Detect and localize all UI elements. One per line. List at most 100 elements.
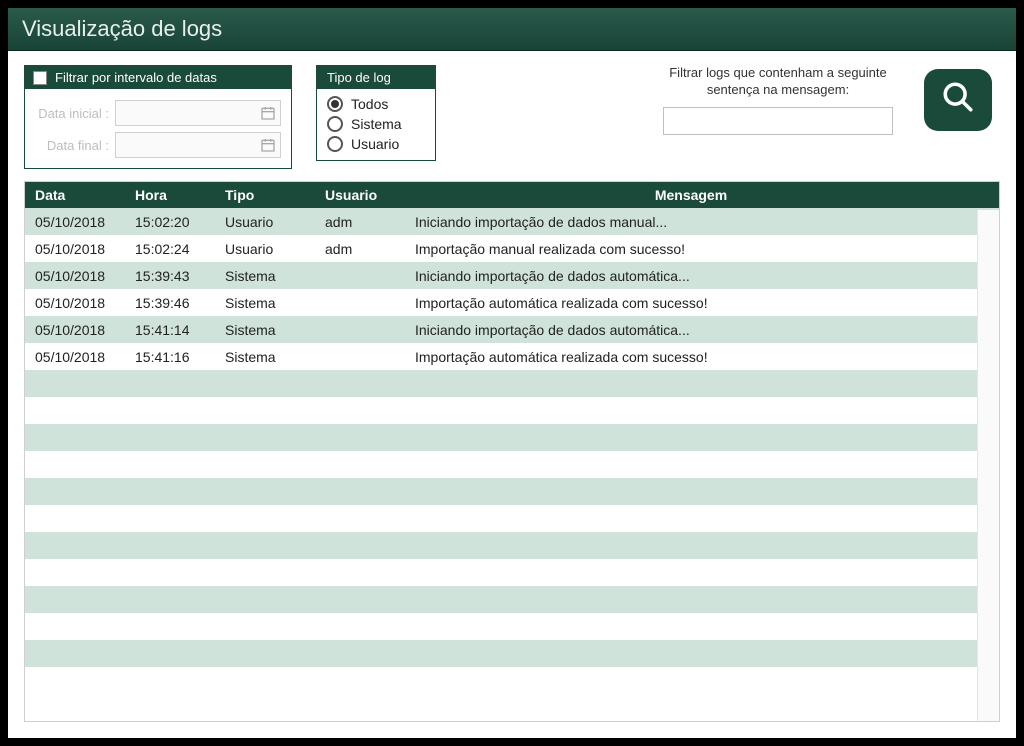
table-row[interactable] xyxy=(25,532,999,559)
col-header-hora[interactable]: Hora xyxy=(125,182,215,208)
table-row[interactable]: 05/10/201815:02:24UsuarioadmImportação m… xyxy=(25,235,999,262)
cell-hora: 15:02:24 xyxy=(125,236,215,262)
search-input[interactable] xyxy=(663,107,893,135)
table-body: 05/10/201815:02:20UsuarioadmIniciando im… xyxy=(25,208,999,694)
end-date-label: Data final : xyxy=(35,138,115,153)
start-date-row: Data inicial : xyxy=(35,100,281,126)
table-row[interactable] xyxy=(25,451,999,478)
date-filter-group: Filtrar por intervalo de datas Data inic… xyxy=(24,65,292,169)
cell-data xyxy=(25,676,125,686)
radio-icon xyxy=(327,136,343,152)
table-row[interactable]: 05/10/201815:39:43SistemaIniciando impor… xyxy=(25,262,999,289)
cell-usuario xyxy=(315,325,405,335)
table-row[interactable]: 05/10/201815:02:20UsuarioadmIniciando im… xyxy=(25,208,999,235)
cell-tipo: Sistema xyxy=(215,344,315,370)
cell-tipo xyxy=(215,406,315,416)
radio-label: Sistema xyxy=(351,116,402,132)
cell-mensagem xyxy=(405,676,999,686)
cell-mensagem xyxy=(405,541,999,551)
table-row[interactable] xyxy=(25,667,999,694)
cell-usuario xyxy=(315,541,405,551)
cell-mensagem xyxy=(405,622,999,632)
cell-hora: 15:41:14 xyxy=(125,317,215,343)
radio-option-usuario[interactable]: Usuario xyxy=(327,136,425,152)
radio-label: Todos xyxy=(351,96,388,112)
cell-tipo xyxy=(215,622,315,632)
radio-label: Usuario xyxy=(351,136,399,152)
col-header-usuario[interactable]: Usuario xyxy=(315,182,405,208)
start-date-label: Data inicial : xyxy=(35,106,115,121)
cell-tipo xyxy=(215,460,315,470)
cell-usuario xyxy=(315,622,405,632)
table-row[interactable] xyxy=(25,370,999,397)
search-block: Filtrar logs que contenham a seguinte se… xyxy=(648,65,908,135)
search-area: Filtrar logs que contenham a seguinte se… xyxy=(648,65,1000,135)
cell-tipo xyxy=(215,433,315,443)
radio-option-sistema[interactable]: Sistema xyxy=(327,116,425,132)
cell-tipo xyxy=(215,514,315,524)
cell-usuario xyxy=(315,433,405,443)
cell-usuario xyxy=(315,379,405,389)
cell-data xyxy=(25,514,125,524)
cell-hora xyxy=(125,622,215,632)
table-row[interactable] xyxy=(25,424,999,451)
search-button[interactable] xyxy=(924,69,992,131)
radio-icon xyxy=(327,96,343,112)
col-header-tipo[interactable]: Tipo xyxy=(215,182,315,208)
cell-data xyxy=(25,460,125,470)
col-header-data[interactable]: Data xyxy=(25,182,125,208)
cell-tipo xyxy=(215,379,315,389)
cell-tipo: Sistema xyxy=(215,263,315,289)
col-header-mensagem[interactable]: Mensagem xyxy=(405,182,977,208)
log-table: Data Hora Tipo Usuario Mensagem 05/10/20… xyxy=(24,181,1000,722)
date-filter-header: Filtrar por intervalo de datas xyxy=(25,66,291,89)
table-row[interactable] xyxy=(25,505,999,532)
cell-mensagem xyxy=(405,433,999,443)
cell-mensagem xyxy=(405,379,999,389)
cell-mensagem: Iniciando importação de dados manual... xyxy=(405,209,999,235)
cell-mensagem: Iniciando importação de dados automática… xyxy=(405,263,999,289)
table-row[interactable] xyxy=(25,613,999,640)
filters-row: Filtrar por intervalo de datas Data inic… xyxy=(8,51,1016,181)
start-date-input[interactable] xyxy=(115,100,281,126)
table-row[interactable] xyxy=(25,397,999,424)
table-row[interactable] xyxy=(25,559,999,586)
table-row[interactable] xyxy=(25,586,999,613)
table-row[interactable]: 05/10/201815:39:46SistemaImportação auto… xyxy=(25,289,999,316)
cell-hora xyxy=(125,433,215,443)
cell-mensagem: Iniciando importação de dados automática… xyxy=(405,317,999,343)
table-row[interactable] xyxy=(25,478,999,505)
scrollbar-track[interactable] xyxy=(977,210,999,721)
cell-mensagem xyxy=(405,649,999,659)
cell-data: 05/10/2018 xyxy=(25,317,125,343)
cell-tipo xyxy=(215,487,315,497)
search-icon xyxy=(941,80,975,119)
table-row[interactable] xyxy=(25,640,999,667)
cell-hora xyxy=(125,514,215,524)
cell-tipo: Sistema xyxy=(215,290,315,316)
calendar-icon[interactable] xyxy=(256,105,280,121)
cell-usuario xyxy=(315,676,405,686)
table-row[interactable]: 05/10/201815:41:14SistemaIniciando impor… xyxy=(25,316,999,343)
cell-tipo: Usuario xyxy=(215,236,315,262)
cell-usuario xyxy=(315,568,405,578)
cell-usuario: adm xyxy=(315,209,405,235)
cell-usuario xyxy=(315,595,405,605)
cell-tipo xyxy=(215,649,315,659)
calendar-icon[interactable] xyxy=(256,137,280,153)
cell-hora xyxy=(125,568,215,578)
radio-option-todos[interactable]: Todos xyxy=(327,96,425,112)
cell-hora xyxy=(125,460,215,470)
cell-tipo xyxy=(215,676,315,686)
end-date-input[interactable] xyxy=(115,132,281,158)
cell-usuario xyxy=(315,298,405,308)
cell-data xyxy=(25,622,125,632)
cell-data xyxy=(25,595,125,605)
cell-tipo: Usuario xyxy=(215,209,315,235)
date-filter-checkbox[interactable] xyxy=(33,71,47,85)
cell-usuario xyxy=(315,406,405,416)
cell-data: 05/10/2018 xyxy=(25,209,125,235)
cell-data: 05/10/2018 xyxy=(25,263,125,289)
table-row[interactable]: 05/10/201815:41:16SistemaImportação auto… xyxy=(25,343,999,370)
cell-data: 05/10/2018 xyxy=(25,344,125,370)
